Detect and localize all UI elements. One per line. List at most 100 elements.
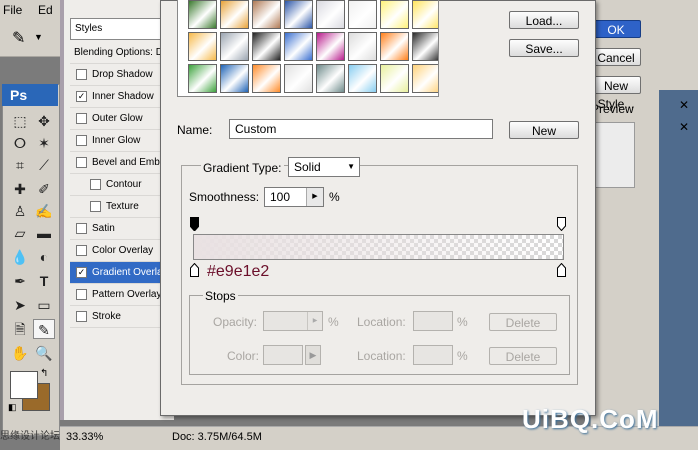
zoom-level[interactable]: 33.33%: [66, 431, 103, 443]
gradient-type-select[interactable]: Solid ▼: [288, 157, 360, 177]
style-item[interactable]: Outer Glow: [70, 108, 174, 130]
cancel-button[interactable]: Cancel: [591, 48, 641, 66]
move-tool-icon[interactable]: ✥: [33, 111, 55, 131]
style-checkbox[interactable]: [76, 135, 87, 146]
swap-colors-icon[interactable]: ↰: [40, 368, 48, 379]
opacity-location-input[interactable]: [413, 311, 453, 331]
style-item[interactable]: Contour: [70, 174, 174, 196]
color-swatch-field[interactable]: [263, 345, 303, 365]
menu-file[interactable]: File: [3, 3, 22, 17]
type-tool-icon[interactable]: T: [33, 271, 55, 291]
magic-wand-tool-icon[interactable]: ✶: [33, 133, 55, 153]
crop-tool-icon[interactable]: ⌗: [9, 155, 31, 175]
gradient-preset-swatch[interactable]: [188, 64, 217, 93]
gradient-preset-swatch[interactable]: [348, 64, 377, 93]
style-item[interactable]: ✓ Gradient Overlay: [70, 262, 174, 284]
tool-preset-arrow-icon[interactable]: ▼: [34, 32, 43, 42]
style-item[interactable]: Drop Shadow: [70, 64, 174, 86]
lasso-tool-icon[interactable]: ⵔ: [9, 133, 31, 153]
default-colors-icon[interactable]: ◧: [8, 402, 17, 413]
blur-tool-icon[interactable]: 💧: [9, 247, 31, 267]
eyedropper-tool-icon[interactable]: ✎: [12, 28, 25, 48]
history-brush-tool-icon[interactable]: ✍: [33, 201, 55, 221]
zoom-tool-icon[interactable]: 🔍: [33, 343, 55, 363]
style-checkbox[interactable]: ✓: [76, 267, 87, 278]
gradient-preset-swatch[interactable]: [284, 32, 313, 61]
color-stop-right-icon[interactable]: [557, 263, 566, 277]
menu-edit[interactable]: Ed: [38, 3, 53, 17]
gradient-preset-swatch[interactable]: [284, 64, 313, 93]
shape-tool-icon[interactable]: ▭: [33, 295, 55, 315]
gradient-preset-swatch[interactable]: [412, 32, 438, 61]
gradient-preset-swatch[interactable]: [380, 32, 409, 61]
gradient-tool-icon[interactable]: ▬: [33, 223, 55, 243]
gradient-preset-swatch[interactable]: [252, 0, 281, 29]
style-checkbox[interactable]: [76, 157, 87, 168]
style-item[interactable]: Pattern Overlay: [70, 284, 174, 306]
opacity-stop-left-icon[interactable]: [190, 217, 199, 231]
marquee-tool-icon[interactable]: ⬚: [9, 111, 31, 131]
style-checkbox[interactable]: [90, 179, 101, 190]
style-checkbox[interactable]: ✓: [76, 91, 87, 102]
gradient-bar[interactable]: [193, 234, 564, 260]
gradient-preset-swatch[interactable]: [412, 0, 438, 29]
foreground-color-swatch[interactable]: [10, 371, 38, 399]
styles-header[interactable]: Styles: [70, 18, 170, 40]
ok-button[interactable]: OK: [591, 20, 641, 38]
healing-brush-tool-icon[interactable]: ✚: [9, 179, 31, 199]
gradient-preset-swatch[interactable]: [188, 32, 217, 61]
style-item[interactable]: Inner Glow: [70, 130, 174, 152]
delete-color-stop-button[interactable]: Delete: [489, 347, 557, 365]
hand-tool-icon[interactable]: ✋: [9, 343, 31, 363]
dodge-tool-icon[interactable]: ◐: [33, 247, 55, 267]
gradient-preset-swatch[interactable]: [220, 64, 249, 93]
close-icon[interactable]: ✕: [679, 98, 689, 112]
slice-tool-icon[interactable]: ⟋: [33, 155, 55, 175]
style-checkbox[interactable]: [76, 69, 87, 80]
pen-tool-icon[interactable]: ✒: [9, 271, 31, 291]
gradient-preset-swatch[interactable]: [412, 64, 438, 93]
save-button[interactable]: Save...: [509, 39, 579, 57]
gradient-preset-swatch[interactable]: [380, 0, 409, 29]
opacity-stop-right-icon[interactable]: [557, 217, 566, 231]
opacity-input[interactable]: ▶: [263, 311, 323, 331]
new-style-button[interactable]: New Style...: [591, 76, 641, 111]
eyedropper-tool-icon-active[interactable]: ✎: [33, 319, 55, 339]
load-button[interactable]: Load...: [509, 11, 579, 29]
style-item[interactable]: Stroke: [70, 306, 174, 328]
opacity-arrow-icon[interactable]: ▶: [307, 312, 322, 330]
gradient-preset-swatch[interactable]: [220, 0, 249, 29]
gradient-preset-swatch[interactable]: [220, 32, 249, 61]
style-checkbox[interactable]: [90, 201, 101, 212]
style-item[interactable]: Bevel and Emboss: [70, 152, 174, 174]
gradient-preset-swatch[interactable]: [188, 0, 217, 29]
gradient-preset-swatch[interactable]: [252, 64, 281, 93]
color-location-input[interactable]: [413, 345, 453, 365]
style-item[interactable]: Texture: [70, 196, 174, 218]
style-checkbox[interactable]: [76, 113, 87, 124]
style-checkbox[interactable]: [76, 289, 87, 300]
name-input[interactable]: Custom: [229, 119, 493, 139]
notes-tool-icon[interactable]: 🗎: [9, 319, 31, 339]
gradient-preset-swatch[interactable]: [348, 32, 377, 61]
eraser-tool-icon[interactable]: ▱: [9, 223, 31, 243]
color-arrow-icon[interactable]: ▶: [305, 345, 321, 365]
style-checkbox[interactable]: [76, 311, 87, 322]
gradient-preset-swatch[interactable]: [316, 32, 345, 61]
close-icon-2[interactable]: ✕: [679, 120, 689, 134]
color-stop-left-icon[interactable]: [190, 263, 199, 277]
style-item[interactable]: Color Overlay: [70, 240, 174, 262]
gradient-preset-swatch[interactable]: [316, 0, 345, 29]
smoothness-input[interactable]: 100 ▶: [264, 187, 324, 207]
style-checkbox[interactable]: [76, 223, 87, 234]
delete-opacity-stop-button[interactable]: Delete: [489, 313, 557, 331]
style-item[interactable]: ✓ Inner Shadow: [70, 86, 174, 108]
style-item[interactable]: Blending Options: Default: [70, 42, 174, 64]
gradient-preset-swatch[interactable]: [348, 0, 377, 29]
style-item[interactable]: Satin: [70, 218, 174, 240]
brush-tool-icon[interactable]: ✐: [33, 179, 55, 199]
new-button[interactable]: New: [509, 121, 579, 139]
gradient-preset-swatch[interactable]: [252, 32, 281, 61]
gradient-preset-swatch[interactable]: [380, 64, 409, 93]
style-checkbox[interactable]: [76, 245, 87, 256]
